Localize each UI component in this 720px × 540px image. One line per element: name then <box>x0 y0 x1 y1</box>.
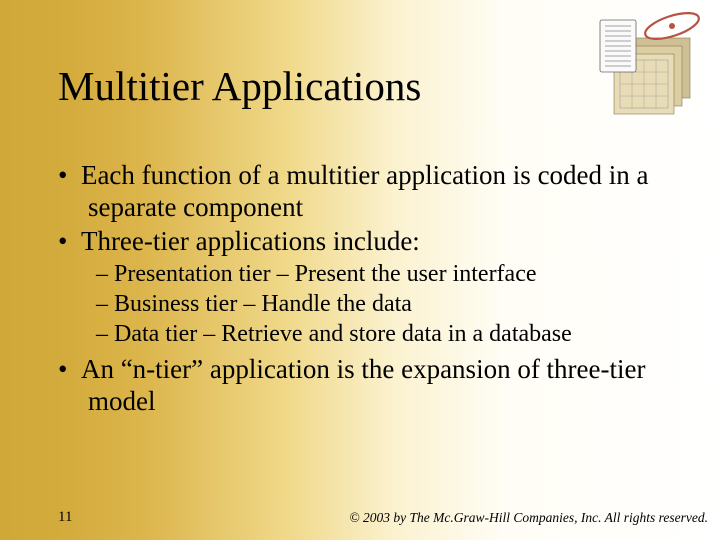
slide-title: Multitier Applications <box>58 62 421 110</box>
copyright-text: © 2003 by The Mc.Graw-Hill Companies, In… <box>349 510 708 526</box>
sub-bullet-item: Business tier – Handle the data <box>58 290 668 319</box>
sub-bullet-item: Presentation tier – Present the user int… <box>58 260 668 289</box>
sub-bullet-item: Data tier – Retrieve and store data in a… <box>58 320 668 349</box>
bullet-item: Each function of a multitier application… <box>58 160 668 224</box>
bullet-item: Three-tier applications include: <box>58 226 668 258</box>
slide-content: Each function of a multitier application… <box>58 160 668 420</box>
bullet-item: An “n-tier” application is the expansion… <box>58 354 668 418</box>
page-number: 11 <box>58 509 72 526</box>
slide-footer: 11 © 2003 by The Mc.Graw-Hill Companies,… <box>0 509 720 526</box>
corner-graphic <box>580 8 712 128</box>
